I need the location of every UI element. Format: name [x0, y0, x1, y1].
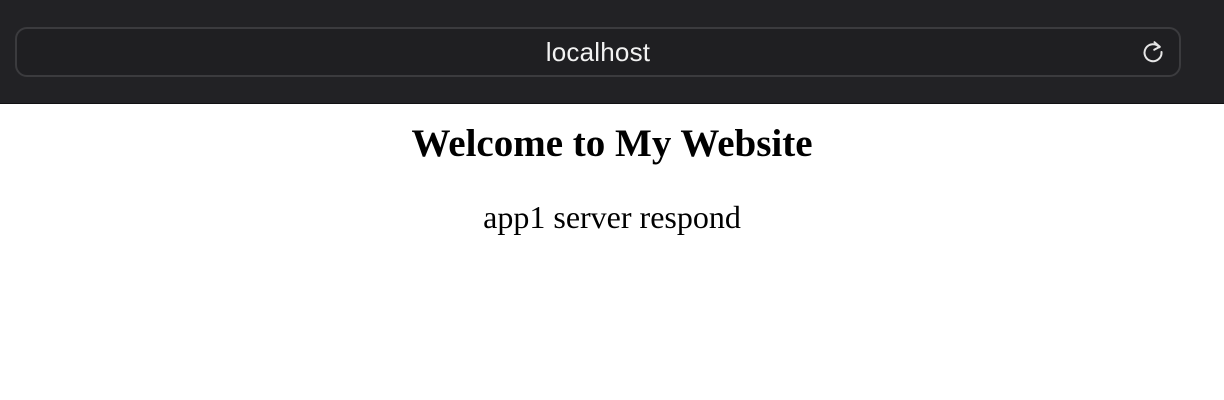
- reload-icon: [1143, 41, 1163, 63]
- address-text[interactable]: localhost: [17, 29, 1179, 75]
- server-response-text: app1 server respond: [483, 198, 741, 235]
- address-bar[interactable]: localhost: [15, 27, 1181, 77]
- browser-toolbar: localhost: [0, 0, 1224, 104]
- page-heading: Welcome to My Website: [411, 122, 813, 165]
- reload-button[interactable]: [1137, 36, 1169, 68]
- page-content: Welcome to My Website app1 server respon…: [0, 121, 1224, 236]
